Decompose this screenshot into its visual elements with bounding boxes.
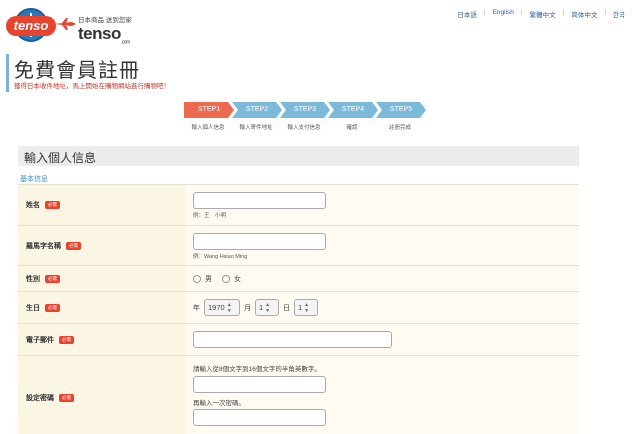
step-3: STEP3 [280,102,330,118]
section-subheading: 基本信息 [20,176,48,183]
password-label: 設定密碼 [26,394,54,402]
step-captions: 輸入個人信息 輸入寄件地址 輸入支付信息 確認 註冊完成 [184,123,424,131]
title-accent-bar [6,54,9,92]
gender-value-cell: 男 女 [186,266,579,291]
step-4: STEP4 [328,102,378,118]
day-label: 日 [283,304,290,312]
language-switcher: 日本語 | English | 繁體中文 | 简体中文 | 한국 [450,9,632,19]
gender-female-radio[interactable] [222,275,230,283]
birthday-selects: 年 1970 ▲ ▼ 月 1 ▲ ▼ 日 1 ▲ ▼ [193,299,572,316]
required-badge: 必需 [45,274,60,283]
section-title: 輸入個人信息 [24,151,97,165]
password-confirm-note: 再輸入一次密碼。 [193,400,245,407]
day-value: 1 [298,303,303,312]
tenso-logo[interactable]: tenso 日本商品 送到您家 tenso.com [6,6,146,46]
name-label: 姓名 [26,202,40,209]
gender-male-radio[interactable] [193,275,201,283]
form-row-birthday: 生日 必需 年 1970 ▲ ▼ 月 1 ▲ ▼ 日 1 ▲ ▼ [18,292,579,324]
step-2-caption: 輸入寄件地址 [239,125,273,131]
birthday-label: 生日 [26,304,40,312]
password-confirm-input[interactable] [193,409,326,426]
email-value-cell [186,324,579,355]
step-3-caption: 輸入支付信息 [287,125,321,131]
form-row-password: 設定密碼 必需 請輸入從8個文字到16個文字的半角英數字。 再輸入一次密碼。 [18,356,579,434]
month-label: 月 [244,304,251,312]
month-value: 1 [259,303,264,312]
registration-page: tenso 日本商品 送到您家 tenso.com 日本語 | English | … [0,0,640,434]
month-select[interactable]: 1 ▲ ▼ [255,299,279,316]
form-row-gender: 性別 必需 男 女 [18,266,579,292]
email-label-cell: 電子郵件 必需 [18,324,186,355]
logo-tagline: 日本商品 送到您家 [78,17,132,24]
airplane-icon [54,18,76,30]
day-select[interactable]: 1 ▲ ▼ [294,299,318,316]
gender-female-label: 女 [234,276,241,283]
step-1-caption: 輸入個人信息 [191,125,225,131]
birthday-value-cell: 年 1970 ▲ ▼ 月 1 ▲ ▼ 日 1 ▲ ▼ [186,292,579,323]
lang-link-simplified-chinese[interactable]: 简体中文 [564,9,604,19]
romaji-name-input[interactable] [193,233,326,250]
progress-steps: STEP1 STEP2 STEP3 STEP4 STEP5 [184,102,426,118]
password-label-cell: 設定密碼 必需 [18,356,186,434]
page-title: 免費會員註冊 [14,60,140,82]
gender-options: 男 女 [193,274,572,284]
step-4-caption: 確認 [346,125,358,131]
select-arrows-icon: ▲ ▼ [265,301,271,314]
gender-label: 性別 [26,275,40,283]
romaji-label: 羅馬字名稱 [26,242,61,250]
year-value: 1970 [208,303,225,312]
select-arrows-icon: ▲ ▼ [226,301,232,314]
name-value-cell: 例：王 小明 [186,185,579,225]
page-subtitle: 獲得日本收件地址，馬上開始在購物網站進行購物吧！ [14,83,170,90]
romaji-value-cell: 例：Wang Hsiao Ming [186,226,579,265]
required-badge: 必需 [45,201,60,209]
name-hint: 例：王 小明 [193,213,227,219]
name-label-cell: 姓名 必需 [18,185,186,225]
password-value-cell: 請輸入從8個文字到16個文字的半角英數字。 再輸入一次密碼。 [186,356,579,434]
password-rule-note: 請輸入從8個文字到16個文字的半角英數字。 [193,366,321,373]
required-badge: 必需 [59,335,74,344]
lang-link-korean[interactable]: 한국 [606,9,632,19]
step-5-caption: 註冊完成 [388,125,411,131]
year-label: 年 [193,304,200,312]
lang-link-english[interactable]: English [486,9,521,19]
lang-link-traditional-chinese[interactable]: 繁體中文 [523,9,563,19]
gender-label-cell: 性別 必需 [18,266,186,291]
select-arrows-icon: ▲ ▼ [304,301,310,314]
email-input[interactable] [193,331,392,348]
romaji-hint: 例：Wang Hsiao Ming [193,254,248,260]
step-1: STEP1 [184,102,234,118]
form-row-romaji: 羅馬字名稱 必需 例：Wang Hsiao Ming [18,226,579,266]
form-row-name: 姓名 必需 例：王 小明 [18,185,579,226]
birthday-label-cell: 生日 必需 [18,292,186,323]
email-label: 電子郵件 [26,336,54,344]
name-input[interactable] [193,192,326,209]
year-select[interactable]: 1970 ▲ ▼ [204,299,240,316]
required-badge: 必需 [45,303,60,312]
required-badge: 必需 [66,241,81,250]
gender-male-label: 男 [205,276,212,283]
step-2: STEP2 [232,102,282,118]
password-input[interactable] [193,376,326,393]
form-row-email: 電子郵件 必需 [18,324,579,356]
logo-wordmark: tenso.com [78,24,130,46]
section-header: 輸入個人信息 [18,146,579,166]
romaji-label-cell: 羅馬字名稱 必需 [18,226,186,265]
step-5: STEP5 [376,102,426,118]
logo-badge: tenso [6,16,56,36]
personal-info-form: 姓名 必需 例：王 小明 羅馬字名稱 必需 例：Wang Hsiao Ming … [18,184,579,434]
lang-link-japanese[interactable]: 日本語 [450,9,484,19]
required-badge: 必需 [59,393,74,402]
